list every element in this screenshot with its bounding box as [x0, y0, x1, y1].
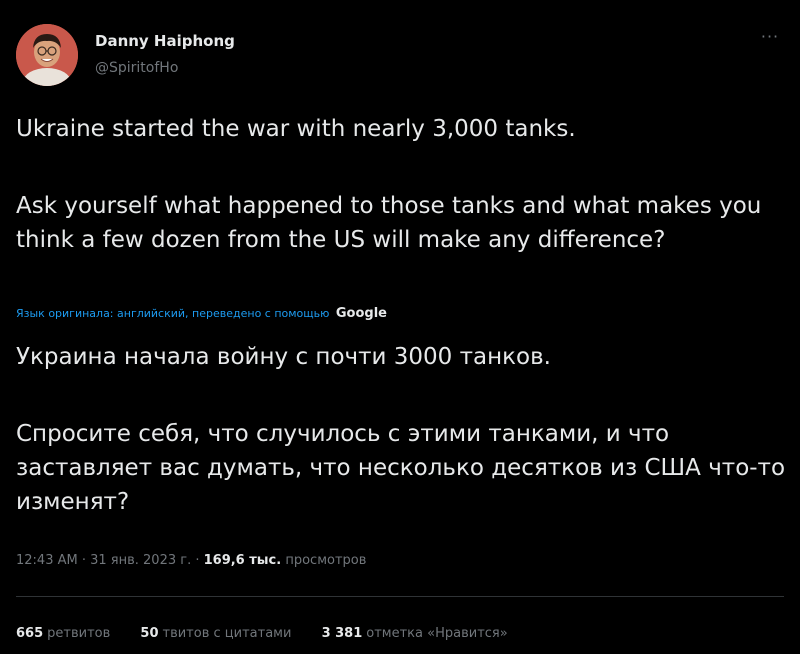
translated-text-paragraph-1: Украина начала войну с почти 3000 танков… [16, 344, 551, 370]
likes-label: отметка «Нравится» [366, 626, 508, 641]
views-count: 169,6 тыс. [203, 553, 282, 568]
translation-note[interactable]: Язык оригинала: английский, переведено с… [16, 306, 387, 321]
google-logo: Google [335, 306, 388, 321]
divider [16, 596, 784, 597]
original-text-paragraph-1: Ukraine started the war with nearly 3,00… [16, 116, 576, 142]
tweet-meta: 12:43 AM · 31 янв. 2023 г. · 169,6 тыс. … [16, 553, 366, 568]
avatar-image [16, 24, 78, 86]
avatar[interactable] [16, 24, 78, 86]
likes-count: 3 381 [321, 626, 363, 641]
quotes-stat[interactable]: 50 твитов с цитатами [140, 626, 295, 641]
quotes-count: 50 [140, 626, 159, 641]
likes-stat[interactable]: 3 381 отметка «Нравится» [322, 626, 508, 641]
tweet: Danny Haiphong @SpiritofHo ··· Ukraine s… [0, 0, 800, 654]
views-label: просмотров [285, 553, 367, 568]
translation-note-text: Язык оригинала: английский, переведено с… [16, 307, 330, 320]
tweet-stats: 665 ретвитов 50 твитов с цитатами 3 381 отм… [16, 626, 534, 641]
author-handle[interactable]: @SpiritofHo [95, 60, 178, 76]
retweets-label: ретвитов [47, 626, 111, 641]
retweets-stat[interactable]: 665 ретвитов [16, 626, 114, 641]
retweets-count: 665 [16, 626, 44, 641]
original-text-paragraph-2: Ask yourself what happened to those tank… [16, 193, 762, 253]
quotes-label: твитов с цитатами [162, 626, 292, 641]
more-options-icon[interactable]: ··· [755, 29, 785, 50]
translated-text-paragraph-2: Спросите себя, что случилось с этими тан… [16, 421, 786, 515]
tweet-datetime[interactable]: 12:43 AM · 31 янв. 2023 г. · [16, 553, 199, 568]
author-name[interactable]: Danny Haiphong [95, 32, 235, 50]
